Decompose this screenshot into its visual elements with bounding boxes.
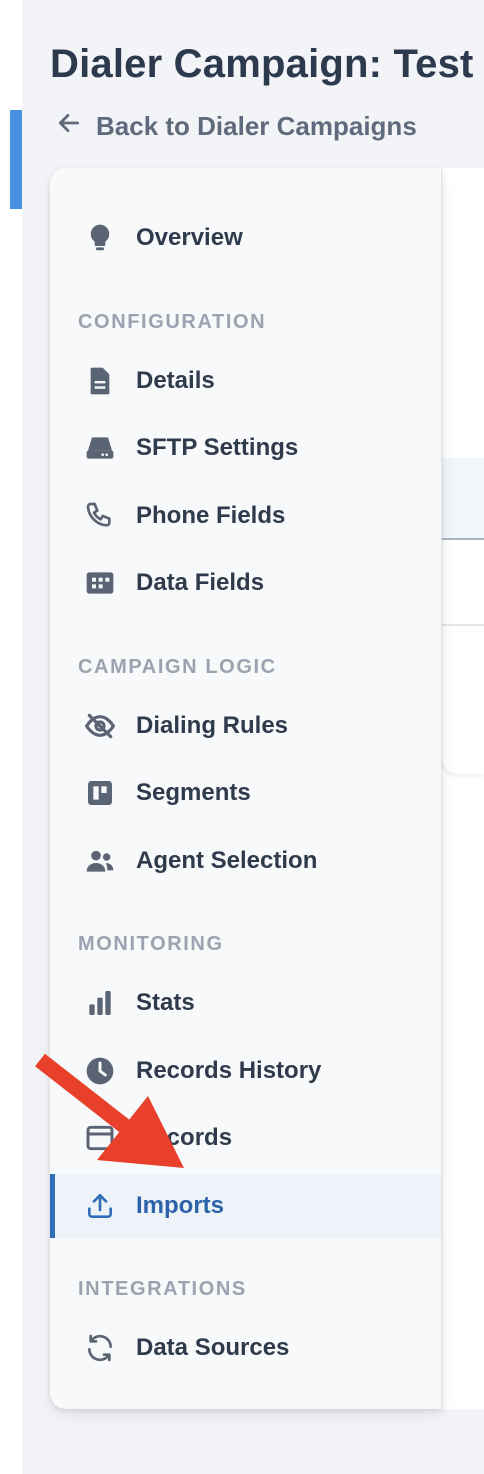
section-header-configuration: CONFIGURATION	[78, 311, 267, 333]
lightbulb-icon	[82, 220, 118, 256]
section-header-integrations: INTEGRATIONS	[78, 1278, 247, 1300]
left-gutter	[0, 0, 22, 1474]
left-accent-bar	[10, 110, 22, 209]
sidebar-item-segments[interactable]: Segments	[50, 761, 441, 825]
sidebar-item-label: Records History	[136, 1057, 322, 1084]
sidebar-item-dialing-rules[interactable]: Dialing Rules	[50, 694, 441, 758]
sidebar-item-label: Phone Fields	[136, 502, 286, 529]
records-icon	[82, 1120, 118, 1156]
bar-chart-icon	[82, 985, 118, 1021]
sidebar-item-label: Data Fields	[136, 569, 265, 596]
eye-slash-icon	[82, 708, 118, 744]
sidebar-item-records[interactable]: Records	[50, 1106, 441, 1170]
sidebar-item-label: Stats	[136, 989, 195, 1016]
content-table-header	[442, 458, 484, 540]
content-card	[442, 632, 484, 774]
sidebar-item-label: Details	[136, 367, 215, 394]
upload-icon	[82, 1188, 118, 1224]
sidebar-item-data-sources[interactable]: Data Sources	[50, 1316, 441, 1380]
users-icon	[82, 843, 118, 879]
sidebar-item-records-history[interactable]: Records History	[50, 1039, 441, 1103]
content-panel	[441, 168, 484, 1409]
phone-icon	[82, 498, 118, 534]
server-drive-icon	[82, 430, 118, 466]
sidebar-item-label: Segments	[136, 779, 251, 806]
section-header-campaign-logic: CAMPAIGN LOGIC	[78, 656, 277, 678]
sidebar-item-agent-selection[interactable]: Agent Selection	[50, 829, 441, 893]
page-title: Dialer Campaign: Test	[50, 42, 474, 86]
sidebar-item-stats[interactable]: Stats	[50, 971, 441, 1035]
sidebar-item-label: SFTP Settings	[136, 434, 299, 461]
sidebar-item-imports[interactable]: Imports	[50, 1174, 441, 1238]
back-to-campaigns-link[interactable]: Back to Dialer Campaigns	[56, 108, 417, 144]
segments-board-icon	[82, 775, 118, 811]
refresh-icon	[82, 1330, 118, 1366]
sidebar-item-label: Records	[136, 1124, 233, 1151]
sidebar-item-details[interactable]: Details	[50, 349, 441, 413]
sidebar-item-data-fields[interactable]: Data Fields	[50, 551, 441, 615]
sidebar-item-overview[interactable]: Overview	[50, 206, 441, 270]
sidebar-item-phone-fields[interactable]: Phone Fields	[50, 484, 441, 548]
sidebar-item-label: Agent Selection	[136, 847, 318, 874]
sidebar-item-label: Data Sources	[136, 1334, 290, 1361]
document-icon	[82, 363, 118, 399]
content-row-divider	[442, 624, 484, 626]
sidebar-item-label: Dialing Rules	[136, 712, 289, 739]
data-grid-icon	[82, 565, 118, 601]
section-header-monitoring: MONITORING	[78, 933, 224, 955]
back-link-label: Back to Dialer Campaigns	[96, 110, 417, 141]
sidebar-item-label: Imports	[136, 1192, 225, 1219]
sidebar-item-sftp-settings[interactable]: SFTP Settings	[50, 416, 441, 480]
sidebar-item-label: Overview	[136, 224, 243, 251]
arrow-left-icon	[56, 110, 82, 143]
clock-icon	[82, 1053, 118, 1089]
